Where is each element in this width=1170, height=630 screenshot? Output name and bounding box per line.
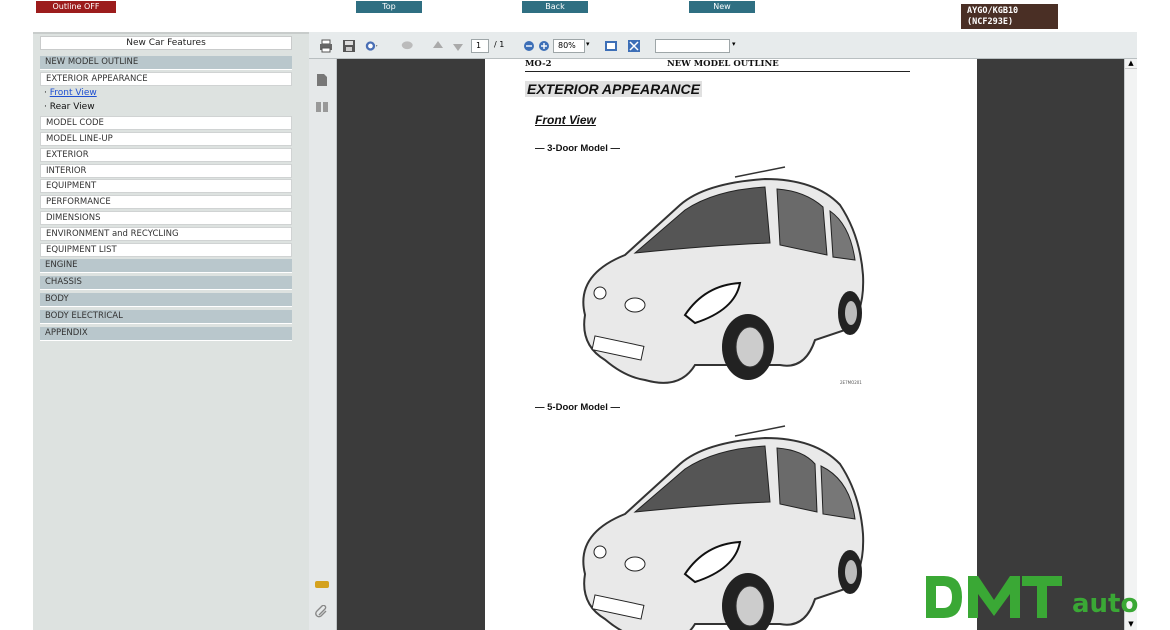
bookmarks-panel-icon[interactable] [315,101,329,113]
pdf-viewer: 1 / 1 80% ▾ ▾ MO-2 NEW MODEL OUTLINE EXT… [309,32,1137,630]
sidebar-header: New Car Features [40,36,292,50]
sidebar-item-chassis[interactable]: CHASSIS [40,276,292,290]
sidebar-item-exterior[interactable]: EXTERIOR [40,148,292,162]
page-header-code: MO-2 [525,59,552,69]
fit-page-icon[interactable] [627,39,641,53]
sidebar-item-exterior-appearance[interactable]: EXTERIOR APPEARANCE [40,72,292,86]
comment-icon[interactable] [401,39,415,53]
car-illustration-3door [582,166,865,384]
sidebar-item-appendix[interactable]: APPENDIX [40,327,292,341]
sidebar-item-body[interactable]: BODY [40,293,292,307]
print-icon[interactable] [319,39,333,53]
page-number-input[interactable]: 1 [471,39,489,53]
zoom-out-icon[interactable] [522,39,536,53]
sidebar-item-performance[interactable]: PERFORMANCE [40,195,292,209]
sidebar-link-front-view[interactable]: · Front View [44,87,97,100]
header-rule [525,71,910,72]
figure-id: 2E7MO201 [840,380,862,385]
car-illustration-5door [582,425,865,630]
attachments-panel-icon[interactable] [315,605,329,619]
search-dropdown-icon[interactable]: ▾ [732,40,736,48]
sidebar-item-interior[interactable]: INTERIOR [40,164,292,178]
pages-panel-icon[interactable] [316,73,328,87]
watermark-word: auto [1072,589,1138,619]
watermark-logo: auto [926,576,1138,619]
vertical-scrollbar[interactable]: ▲ ▼ [1124,59,1137,630]
save-icon[interactable] [342,39,356,53]
front-view-link[interactable]: Front View [50,88,97,98]
top-button[interactable]: Top [356,1,422,13]
document-canvas: MO-2 NEW MODEL OUTLINE EXTERIOR APPEARAN… [337,59,1124,630]
model-5door-label: — 5-Door Model — [535,402,620,413]
model-code-box: AYGO/KGB10 (NCF293E) [961,4,1058,29]
outline-toggle-button[interactable]: Outline OFF [36,1,116,13]
sidebar-item-new-model-outline[interactable]: NEW MODEL OUTLINE [40,56,292,70]
sidebar-item-equipment[interactable]: EQUIPMENT [40,179,292,193]
viewer-left-rail [309,59,337,630]
sidebar-item-equipment-list[interactable]: EQUIPMENT LIST [40,243,292,257]
sidebar-item-engine[interactable]: ENGINE [40,259,292,273]
sidebar: New Car Features NEW MODEL OUTLINE EXTER… [33,32,309,630]
fit-width-icon[interactable] [604,39,618,53]
sidebar-item-dimensions[interactable]: DIMENSIONS [40,211,292,225]
page-total: / 1 [494,40,505,49]
rear-view-link[interactable]: Rear View [50,102,95,112]
page-header-title: NEW MODEL OUTLINE [667,59,779,69]
sidebar-item-model-line-up[interactable]: MODEL LINE-UP [40,132,292,146]
zoom-in-icon[interactable] [537,39,551,53]
viewer-toolbar: 1 / 1 80% ▾ ▾ [309,32,1137,59]
zoom-level-select[interactable]: 80% [553,39,585,53]
search-input[interactable] [655,39,730,53]
next-page-icon[interactable] [451,39,465,53]
sidebar-item-environment-recycling[interactable]: ENVIRONMENT and RECYCLING [40,227,292,241]
prev-page-icon[interactable] [431,39,445,53]
scroll-up-icon[interactable]: ▲ [1125,59,1137,69]
section-title: EXTERIOR APPEARANCE [525,81,702,97]
top-bar: Outline OFF Top Back New AYGO/KGB10 (NCF… [0,0,1170,32]
email-share-icon[interactable] [365,39,379,53]
model-3door-label: — 3-Door Model — [535,143,620,154]
sidebar-item-body-electrical[interactable]: BODY ELECTRICAL [40,310,292,324]
subsection-title: Front View [535,113,596,127]
new-button[interactable]: New [689,1,755,13]
back-button[interactable]: Back [522,1,588,13]
model-code-line1: AYGO/KGB10 [967,6,1019,16]
comments-panel-icon[interactable] [314,579,330,591]
sidebar-link-rear-view[interactable]: · Rear View [44,101,95,114]
document-page: MO-2 NEW MODEL OUTLINE EXTERIOR APPEARAN… [485,59,977,630]
sidebar-item-model-code[interactable]: MODEL CODE [40,116,292,130]
model-code-line2: (NCF293E) [967,17,1014,27]
zoom-dropdown-icon[interactable]: ▾ [586,40,590,48]
